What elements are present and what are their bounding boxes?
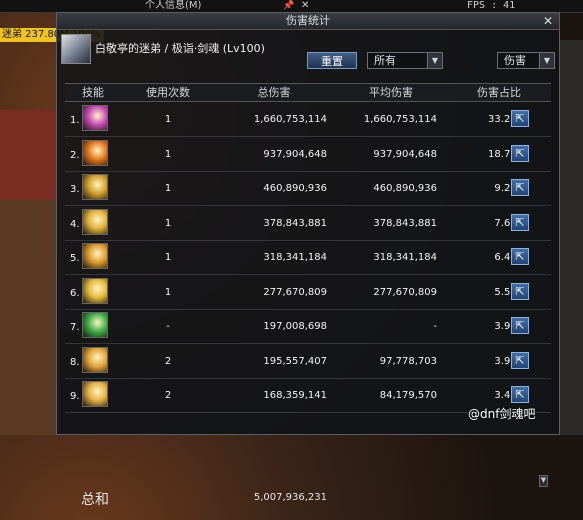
- row-average-damage: 277,670,809: [373, 286, 437, 298]
- table-row: 4. 1 378,843,881 378,843,881 7.6 % ⇱: [65, 206, 551, 241]
- row-total-damage: 277,670,809: [263, 286, 327, 298]
- row-average-damage: 378,843,881: [373, 217, 437, 229]
- avatar: [61, 34, 91, 64]
- scroll-down-button[interactable]: ▼: [539, 475, 548, 487]
- table-row: 8. 2 195,557,407 97,778,703 3.9 % ⇱: [65, 344, 551, 379]
- row-average-damage: 460,890,936: [373, 183, 437, 194]
- skill-icon: [82, 312, 108, 338]
- row-uses: 2: [164, 355, 172, 367]
- table-row: 3. 1 460,890,936 460,890,936 9.2 % ⇱: [65, 171, 551, 206]
- header-percent: 伤害占比: [477, 86, 521, 99]
- share-icon[interactable]: ⇱: [511, 351, 529, 369]
- table-row: 2. 1 937,904,648 937,904,648 18.7 % ⇱: [65, 137, 551, 172]
- header-total: 总伤害: [257, 86, 291, 99]
- row-total-damage: 318,341,184: [263, 252, 327, 263]
- row-uses: 1: [164, 183, 172, 194]
- character-name: 白敬亭的迷弟 / 极诣·剑魂 (Lv100): [95, 42, 265, 55]
- skill-icon: [82, 208, 108, 235]
- row-uses: 2: [164, 390, 172, 401]
- filter-select[interactable]: 所有 ▼: [367, 52, 443, 69]
- skill-icon: [82, 346, 108, 373]
- share-icon[interactable]: ⇱: [511, 144, 529, 162]
- row-total-damage: 1,660,753,114: [253, 114, 327, 125]
- share-icon[interactable]: ⇱: [511, 110, 529, 127]
- share-icon[interactable]: ⇱: [511, 248, 529, 265]
- header-skill: 技能: [82, 86, 104, 99]
- filter-select-value: 所有: [374, 54, 396, 67]
- character-row: 白敬亭的迷弟 / 极诣·剑魂 (Lv100) 重置 所有 ▼ 伤害 ▼: [61, 34, 557, 70]
- watermark: @dnf剑魂吧: [468, 407, 536, 421]
- skill-icon: [82, 243, 108, 269]
- table-row: 5. 1 318,341,184 318,341,184 6.4 % ⇱: [65, 240, 551, 275]
- type-select[interactable]: 伤害 ▼: [497, 52, 555, 69]
- sum-total: 5,007,936,231: [253, 492, 327, 503]
- row-average-damage: 97,778,703: [379, 355, 437, 367]
- skill-icon: [82, 381, 108, 407]
- row-total-damage: 937,904,648: [263, 148, 327, 160]
- type-select-value: 伤害: [504, 54, 526, 67]
- skill-icon: [82, 105, 108, 131]
- background-right: [560, 40, 583, 435]
- background-floor: [0, 200, 60, 435]
- info-window-title[interactable]: 个人信息(M): [145, 0, 201, 12]
- skill-icon: [82, 277, 108, 304]
- table-header: 技能 使用次数 总伤害 平均伤害 伤害占比: [65, 83, 551, 102]
- row-uses: 1: [164, 148, 172, 160]
- skill-icon: [82, 174, 108, 200]
- background-wall: [0, 110, 60, 200]
- chevron-down-icon[interactable]: ▼: [427, 53, 442, 68]
- row-average-damage: 84,179,570: [379, 390, 437, 401]
- table-row: 1. 1 1,660,753,114 1,660,753,114 33.2 % ⇱: [65, 102, 551, 137]
- share-icon[interactable]: ⇱: [511, 179, 529, 196]
- share-icon[interactable]: ⇱: [511, 282, 529, 300]
- row-total-damage: 378,843,881: [263, 217, 327, 229]
- table-row: 6. 1 277,670,809 277,670,809 5.5 % ⇱: [65, 275, 551, 310]
- row-total-damage: 460,890,936: [263, 183, 327, 194]
- row-average-damage: 1,660,753,114: [363, 114, 437, 125]
- pin-icon[interactable]: 📌: [283, 0, 294, 12]
- row-total-damage: 168,359,141: [263, 390, 327, 401]
- row-total-damage: 197,008,698: [263, 321, 327, 332]
- row-uses: 1: [164, 217, 172, 229]
- close-icon[interactable]: ✕: [541, 14, 555, 28]
- share-icon[interactable]: ⇱: [511, 317, 529, 334]
- fps-counter: FPS : 41: [467, 0, 516, 11]
- share-icon[interactable]: ⇱: [511, 213, 529, 231]
- row-total-damage: 195,557,407: [263, 355, 327, 367]
- row-uses: 1: [164, 252, 172, 263]
- share-icon[interactable]: ⇱: [511, 386, 529, 403]
- skill-icon: [82, 139, 108, 166]
- reset-button[interactable]: 重置: [307, 52, 357, 69]
- window-title: 伤害统计: [57, 13, 559, 30]
- chevron-down-icon[interactable]: ▼: [539, 53, 554, 68]
- row-average-damage: 318,341,184: [373, 252, 437, 263]
- damage-stats-window: 伤害统计 ✕ 白敬亭的迷弟 / 极诣·剑魂 (Lv100) 重置 所有 ▼ 伤害…: [56, 12, 560, 508]
- row-average-damage: -: [433, 321, 437, 332]
- table-row: 7. -197,008,698-3.9 % ⇱: [65, 309, 551, 344]
- header-uses: 使用次数: [146, 86, 190, 99]
- row-uses: -: [166, 321, 170, 332]
- row-average-damage: 937,904,648: [373, 148, 437, 160]
- header-average: 平均伤害: [369, 86, 413, 99]
- row-uses: 1: [164, 286, 172, 298]
- sum-label: 总和: [81, 492, 109, 508]
- row-uses: 1: [164, 114, 172, 125]
- close-icon[interactable]: ✕: [301, 0, 309, 12]
- sum-row: 总和 5,007,936,231: [65, 492, 551, 520]
